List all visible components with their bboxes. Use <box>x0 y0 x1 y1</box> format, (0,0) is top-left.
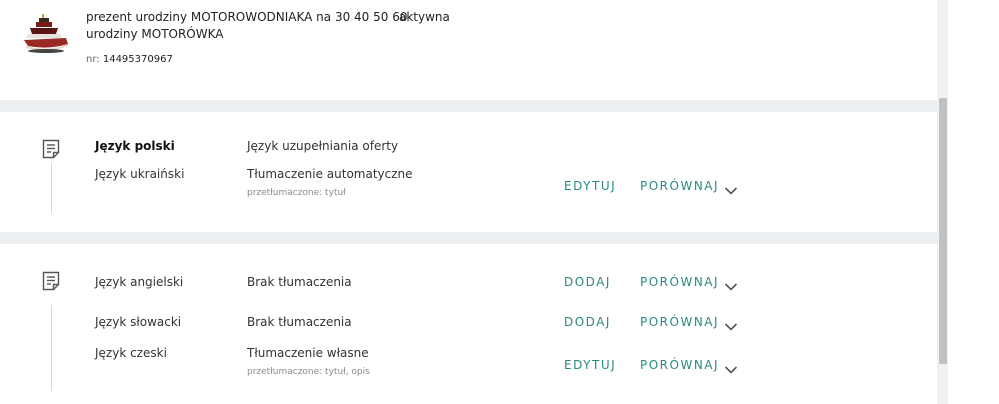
language-name: Język czeski <box>95 346 167 360</box>
translation-detail: przetłumaczone: tytuł <box>247 188 346 198</box>
edit-button[interactable]: EDYTUJ <box>564 357 616 373</box>
translation-status: Tłumaczenie własne <box>247 346 369 360</box>
document-icon <box>42 139 60 159</box>
translations-panel: prezent urodziny MOTOROWODNIAKA na 30 40… <box>0 0 937 404</box>
section-separator <box>0 232 937 244</box>
scrollbar-thumb[interactable] <box>939 98 947 364</box>
translation-status: Tłumaczenie automatyczne <box>247 167 413 181</box>
compare-button[interactable]: PORÓWNAJ <box>640 357 719 373</box>
offer-status: aktywna <box>399 10 450 24</box>
group-divider-line <box>51 305 52 391</box>
section-separator <box>0 100 937 112</box>
translation-detail: przetłumaczone: tytuł, opis <box>247 367 370 377</box>
chevron-down-icon[interactable] <box>724 181 738 195</box>
chevron-down-icon[interactable] <box>724 317 738 331</box>
offer-number: nr: 14495370967 <box>86 53 173 66</box>
translation-status: Brak tłumaczenia <box>247 275 352 289</box>
language-name: Język ukraiński <box>95 167 185 181</box>
offer-subtitle: urodziny MOTORÓWKA <box>86 27 224 41</box>
offer-thumbnail <box>24 14 72 54</box>
group-divider-line <box>51 163 52 213</box>
translation-status: Brak tłumaczenia <box>247 315 352 329</box>
offer-number-value: 14495370967 <box>102 54 173 65</box>
offer-number-label: nr: <box>86 54 100 65</box>
compare-button[interactable]: PORÓWNAJ <box>640 178 719 194</box>
offer-title[interactable]: prezent urodziny MOTOROWODNIAKA na 30 40… <box>86 9 407 26</box>
language-name: Język słowacki <box>95 315 182 329</box>
chevron-down-icon[interactable] <box>724 360 738 374</box>
add-button[interactable]: DODAJ <box>564 314 611 330</box>
chevron-down-icon[interactable] <box>724 277 738 291</box>
edit-button[interactable]: EDYTUJ <box>564 178 616 194</box>
compare-button[interactable]: PORÓWNAJ <box>640 274 719 290</box>
add-button[interactable]: DODAJ <box>564 274 611 290</box>
document-icon <box>42 271 60 291</box>
language-name: Język polski <box>95 139 175 153</box>
compare-button[interactable]: PORÓWNAJ <box>640 314 719 330</box>
language-name: Język angielski <box>95 275 184 289</box>
translation-status: Język uzupełniania oferty <box>247 139 399 153</box>
